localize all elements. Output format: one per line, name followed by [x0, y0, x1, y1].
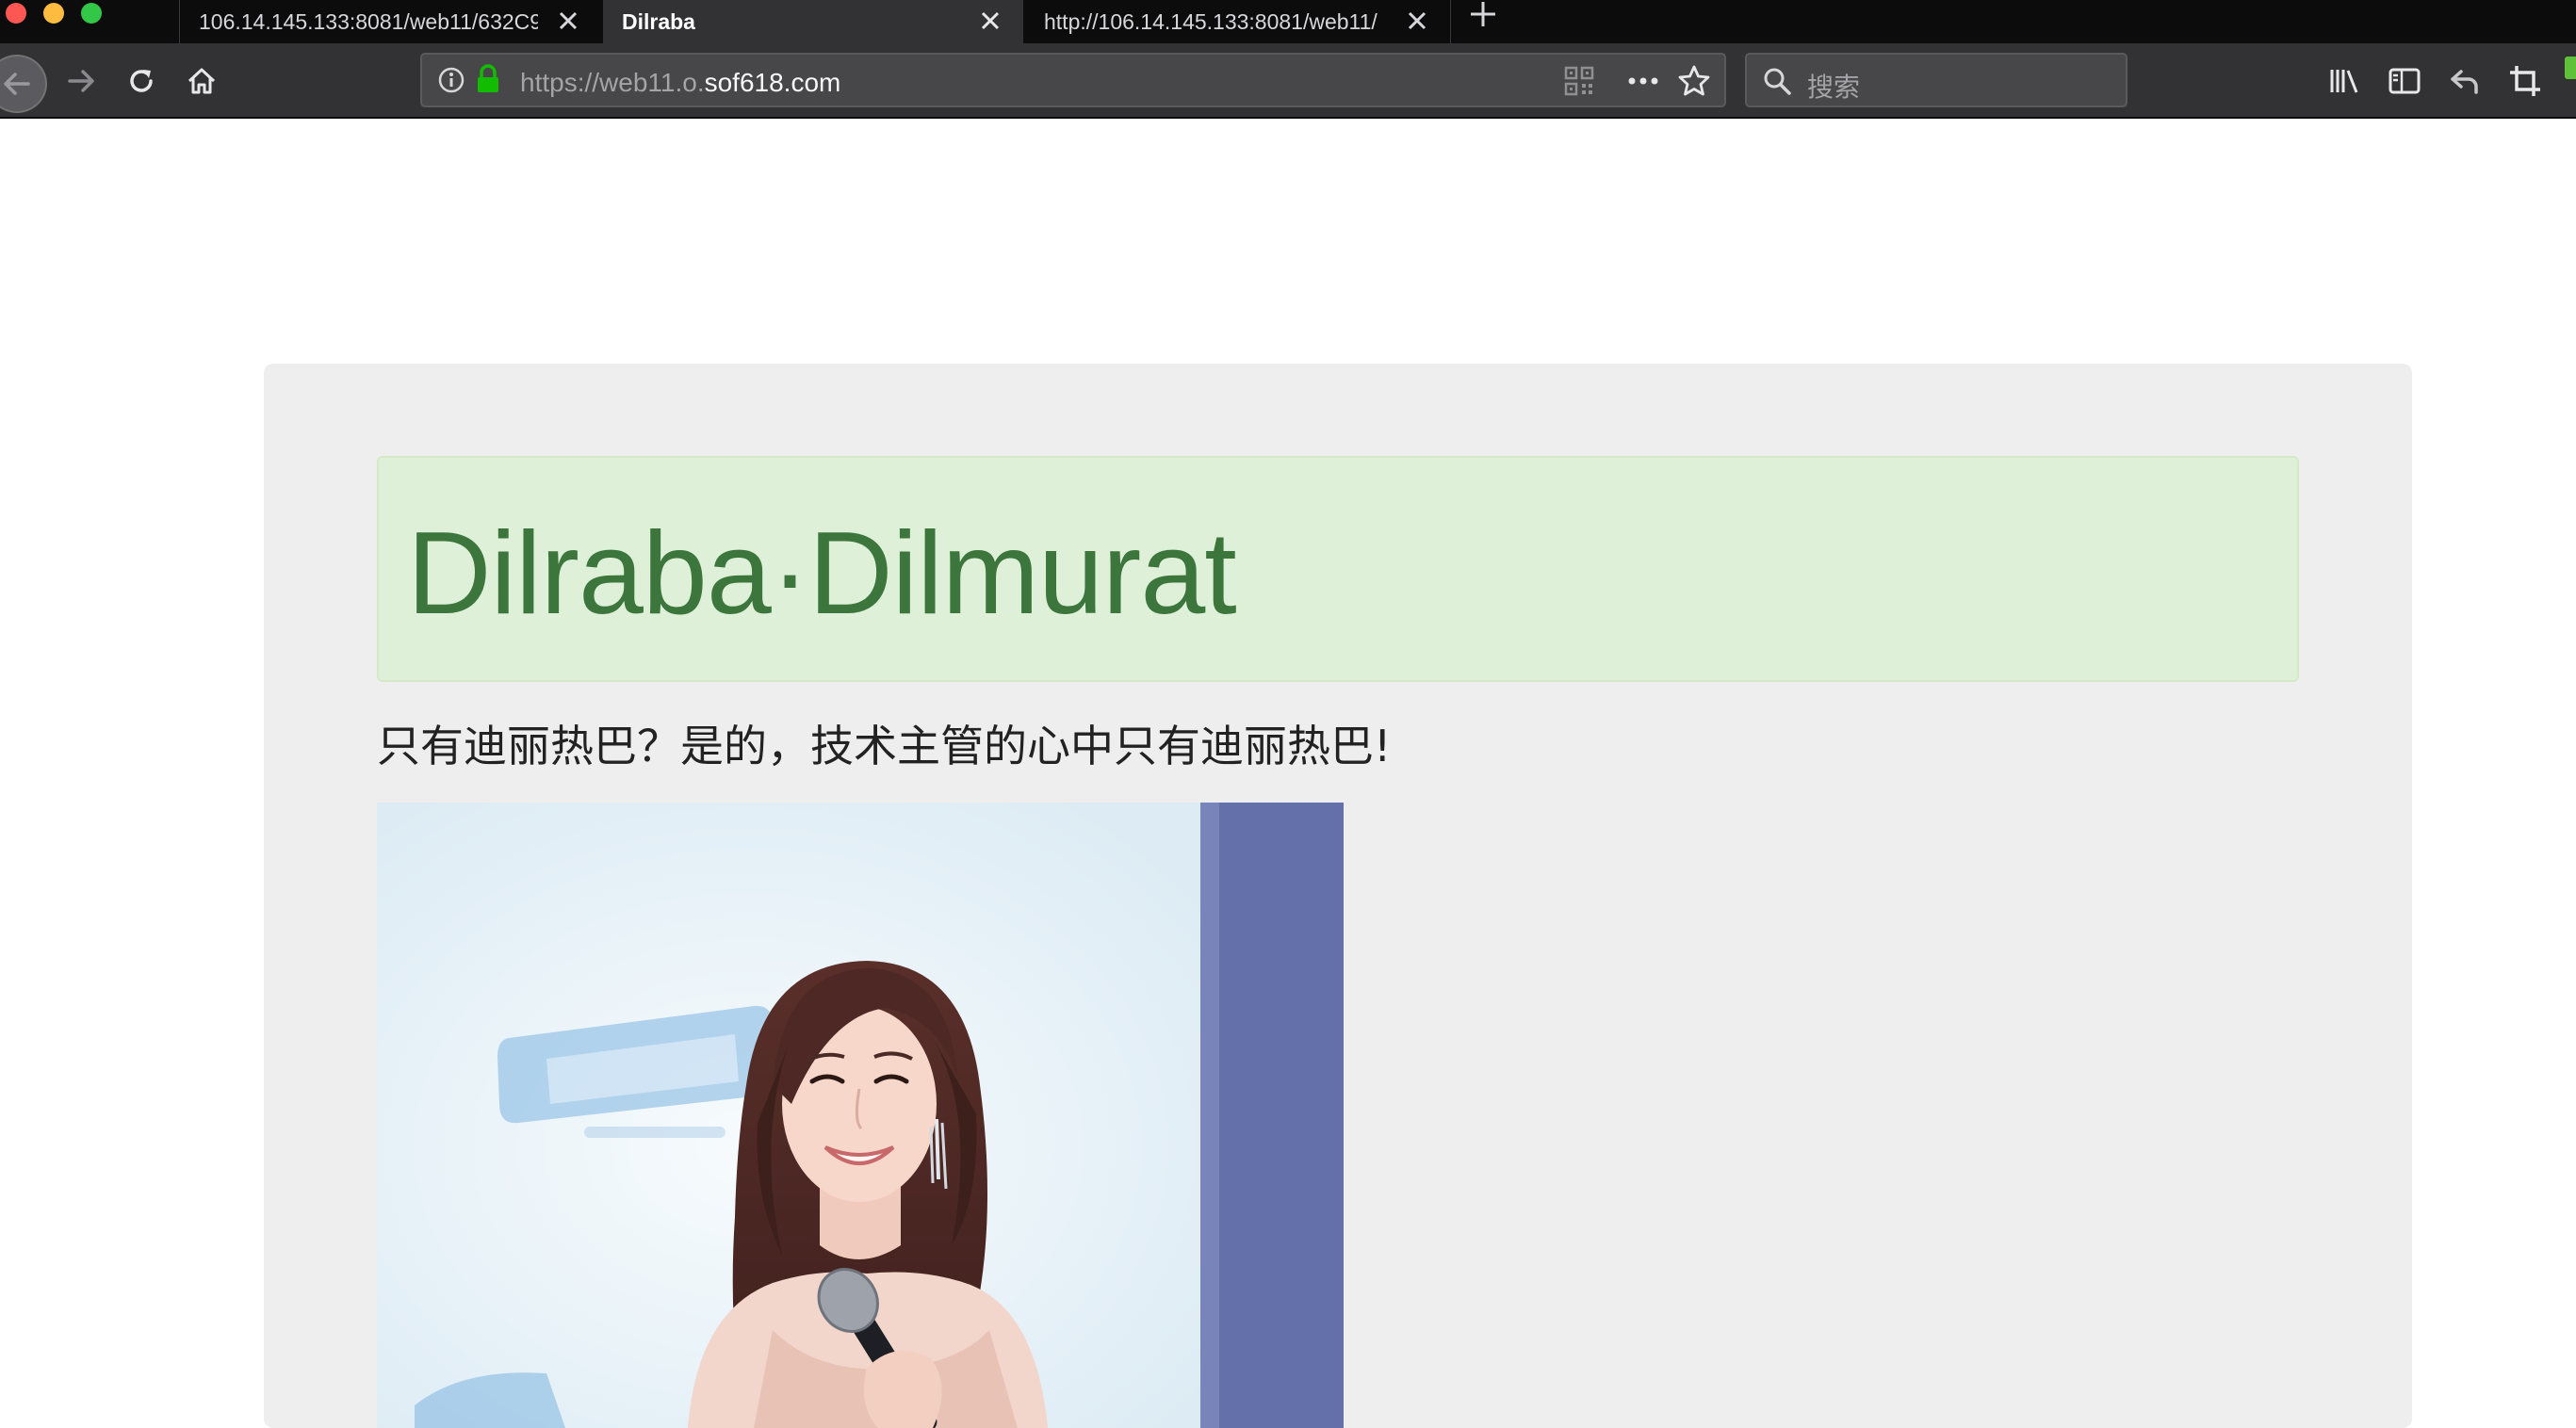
star-icon[interactable]	[1677, 64, 1711, 98]
library-icon	[2330, 70, 2358, 93]
undo-button[interactable]	[2444, 60, 2486, 102]
forward-button[interactable]	[60, 60, 102, 102]
back-button[interactable]	[0, 55, 47, 113]
tab-strip: 106.14.145.133:8081/web11/632C9E Dilraba…	[0, 0, 2576, 43]
tagline: 只有迪丽热巴？是的，技术主管的心中只有迪丽热巴!	[377, 721, 1392, 771]
home-icon	[187, 68, 216, 94]
success-alert: Dilraba·Dilmurat	[377, 456, 2299, 682]
window-close-button[interactable]	[6, 3, 26, 24]
sidebar-icon	[2389, 68, 2421, 94]
tab-1[interactable]: 106.14.145.133:8081/web11/632C9E	[179, 0, 601, 43]
tab-3[interactable]: http://106.14.145.133:8081/web11/	[1025, 0, 1451, 43]
sidebar-button[interactable]	[2384, 60, 2425, 102]
library-button[interactable]	[2323, 60, 2365, 102]
more-icon[interactable]	[1626, 66, 1660, 96]
arrow-left-icon	[4, 73, 30, 95]
reload-button[interactable]	[121, 60, 162, 102]
page-title: Dilraba·Dilmurat	[407, 509, 1237, 639]
url-text: https://web11.o.sof618.com	[520, 68, 840, 98]
search-bar[interactable]: 搜索	[1745, 53, 2128, 107]
close-icon[interactable]	[556, 8, 580, 33]
tab-2[interactable]: Dilraba	[603, 0, 1023, 43]
tab-label: 106.14.145.133:8081/web11/632C9E	[199, 8, 538, 34]
info-icon[interactable]	[437, 66, 465, 94]
portrait-illustration	[377, 803, 1344, 1428]
close-icon[interactable]	[978, 8, 1003, 33]
lock-icon[interactable]	[475, 64, 501, 94]
undo-icon	[2451, 70, 2478, 94]
close-icon[interactable]	[1405, 8, 1429, 33]
qr-code-icon[interactable]	[1564, 66, 1594, 96]
screenshot-button[interactable]	[2504, 60, 2546, 102]
arrow-right-icon	[68, 70, 94, 92]
portrait-photo	[377, 803, 1344, 1428]
window-zoom-button[interactable]	[81, 3, 102, 24]
tab-label: Dilraba	[622, 8, 695, 34]
plus-icon[interactable]	[1466, 0, 1500, 28]
tab-label: http://106.14.145.133:8081/web11/	[1044, 8, 1378, 34]
reload-icon	[130, 70, 153, 92]
address-bar[interactable]: https://web11.o.sof618.com	[420, 53, 1726, 107]
crop-icon	[2510, 66, 2540, 96]
home-button[interactable]	[181, 60, 222, 102]
search-placeholder: 搜索	[1807, 72, 1861, 103]
jumbotron: Dilraba·Dilmurat 只有迪丽热巴？是的，技术主管的心中只有迪丽热巴…	[264, 364, 2412, 1428]
window-minimize-button[interactable]	[43, 3, 64, 24]
search-icon	[1764, 68, 1791, 95]
url-domain: sof618.com	[704, 68, 841, 97]
navigation-toolbar: https://web11.o.sof618.com 搜索	[0, 43, 2576, 119]
url-prefix: https://web11.o.	[520, 68, 705, 97]
extension-badge[interactable]	[2565, 57, 2576, 79]
